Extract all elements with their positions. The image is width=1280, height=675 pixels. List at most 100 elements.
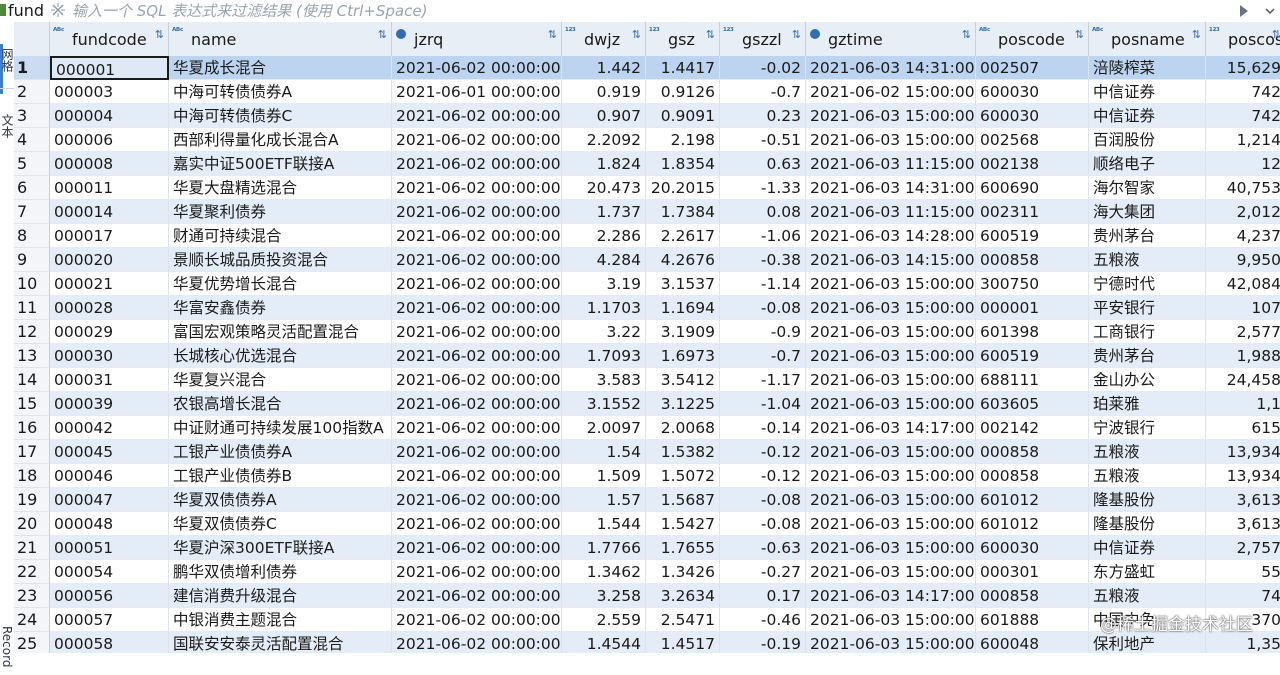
column-header-poscos[interactable]: ¹²³ poscos ⇅ xyxy=(1206,22,1280,56)
cell-gztime[interactable]: 2021-06-03 15:00:00 xyxy=(806,392,976,416)
cell-poscos[interactable]: 74 xyxy=(1206,584,1280,608)
cell-gztime[interactable]: 2021-06-03 14:31:00 xyxy=(806,56,976,80)
cell-gsz[interactable]: 2.198 xyxy=(646,128,720,152)
cell-poscode[interactable]: 000001 xyxy=(976,296,1089,320)
sort-filter-icon[interactable]: ⇅ xyxy=(792,28,801,41)
cell-poscode[interactable]: 600690 xyxy=(976,176,1089,200)
cell-gztime[interactable]: 2021-06-03 15:00:00 xyxy=(806,536,976,560)
cell-poscos[interactable]: 13,934 xyxy=(1206,440,1280,464)
row-number[interactable]: 7 xyxy=(14,200,50,224)
table-row[interactable]: 25 000058 国联安安泰灵活配置混合 2021-06-02 00:00:00 1.… xyxy=(14,632,1280,653)
cell-fundcode[interactable]: 000003 xyxy=(50,80,169,104)
cell-gszzl[interactable]: -0.46 xyxy=(720,608,806,632)
cell-fundcode[interactable]: 000031 xyxy=(50,368,169,392)
cell-posname[interactable]: 贵州茅台 xyxy=(1089,224,1206,248)
sort-filter-icon[interactable]: ⇅ xyxy=(632,28,641,41)
cell-gztime[interactable]: 2021-06-03 15:00:00 xyxy=(806,464,976,488)
cell-fundcode[interactable]: 000056 xyxy=(50,584,169,608)
cell-poscode[interactable]: 600030 xyxy=(976,104,1089,128)
cell-name[interactable]: 华夏大盘精选混合 xyxy=(169,176,392,200)
cell-gszzl[interactable]: -0.63 xyxy=(720,536,806,560)
row-number[interactable]: 1 xyxy=(14,56,50,80)
cell-poscos[interactable]: 55 xyxy=(1206,560,1280,584)
cell-poscos[interactable]: 24,458 xyxy=(1206,368,1280,392)
table-row[interactable]: 24 000057 中银消费主题混合 2021-06-02 00:00:00 2.559… xyxy=(14,608,1280,632)
table-row[interactable]: 2 000003 中海可转债债券A 2021-06-01 00:00:00 0.919 0… xyxy=(14,80,1280,104)
row-number[interactable]: 10 xyxy=(14,272,50,296)
cell-gszzl[interactable]: 0.63 xyxy=(720,152,806,176)
cell-gztime[interactable]: 2021-06-03 15:00:00 xyxy=(806,560,976,584)
cell-poscos[interactable]: 2,577 xyxy=(1206,320,1280,344)
row-number[interactable]: 15 xyxy=(14,392,50,416)
cell-gsz[interactable]: 2.5471 xyxy=(646,608,720,632)
cell-gztime[interactable]: 2021-06-03 11:15:00 xyxy=(806,152,976,176)
table-row[interactable]: 14 000031 华夏复兴混合 2021-06-02 00:00:00 3.583 3.… xyxy=(14,368,1280,392)
cell-gztime[interactable]: 2021-06-03 14:28:00 xyxy=(806,224,976,248)
sort-filter-icon[interactable]: ⇅ xyxy=(1075,28,1084,41)
cell-gsz[interactable]: 1.6973 xyxy=(646,344,720,368)
table-row[interactable]: 7 000014 华夏聚利债券 2021-06-02 00:00:00 1.737 1.7… xyxy=(14,200,1280,224)
cell-gztime[interactable]: 2021-06-03 14:15:00 xyxy=(806,248,976,272)
cell-gsz[interactable]: 1.4517 xyxy=(646,632,720,653)
cell-poscode[interactable]: 601398 xyxy=(976,320,1089,344)
cell-poscos[interactable]: 1,1 xyxy=(1206,392,1280,416)
cell-name[interactable]: 工银产业债债券B xyxy=(169,464,392,488)
cell-fundcode[interactable]: 000057 xyxy=(50,608,169,632)
cell-posname[interactable]: 金山办公 xyxy=(1089,368,1206,392)
cell-posname[interactable]: 海尔智家 xyxy=(1089,176,1206,200)
cell-poscode[interactable]: 601888 xyxy=(976,608,1089,632)
cell-fundcode[interactable]: 000029 xyxy=(50,320,169,344)
cell-gztime[interactable]: 2021-06-03 15:00:00 xyxy=(806,320,976,344)
tab-record[interactable]: Record xyxy=(0,618,14,675)
cell-gsz[interactable]: 3.1537 xyxy=(646,272,720,296)
cell-name[interactable]: 华夏优势增长混合 xyxy=(169,272,392,296)
column-header-gszzl[interactable]: ¹²³ gszzl ⇅ xyxy=(720,22,806,56)
cell-jzrq[interactable]: 2021-06-02 00:00:00 xyxy=(392,440,562,464)
cell-gszzl[interactable]: -0.08 xyxy=(720,512,806,536)
cell-poscos[interactable]: 2,757 xyxy=(1206,536,1280,560)
filter-input[interactable] xyxy=(72,0,1222,22)
cell-poscos[interactable]: 15,629 xyxy=(1206,56,1280,80)
cell-name[interactable]: 华夏沪深300ETF联接A xyxy=(169,536,392,560)
cell-fundcode[interactable]: 000008 xyxy=(50,152,169,176)
cell-dwjz[interactable]: 1.54 xyxy=(562,440,646,464)
cell-posname[interactable]: 百润股份 xyxy=(1089,128,1206,152)
cell-poscode[interactable]: 600048 xyxy=(976,632,1089,653)
cell-poscos[interactable]: 12 xyxy=(1206,152,1280,176)
cell-dwjz[interactable]: 2.286 xyxy=(562,224,646,248)
row-number[interactable]: 16 xyxy=(14,416,50,440)
cell-posname[interactable]: 中信证券 xyxy=(1089,536,1206,560)
cell-gztime[interactable]: 2021-06-02 15:00:00 xyxy=(806,80,976,104)
cell-posname[interactable]: 中信证券 xyxy=(1089,80,1206,104)
sort-filter-icon[interactable]: ⇅ xyxy=(706,28,715,41)
row-number[interactable]: 20 xyxy=(14,512,50,536)
row-number[interactable]: 3 xyxy=(14,104,50,128)
cell-poscode[interactable]: 002507 xyxy=(976,56,1089,80)
cell-dwjz[interactable]: 0.907 xyxy=(562,104,646,128)
cell-gszzl[interactable]: -0.14 xyxy=(720,416,806,440)
cell-name[interactable]: 富国宏观策略灵活配置混合 xyxy=(169,320,392,344)
cell-name[interactable]: 西部利得量化成长混合A xyxy=(169,128,392,152)
table-row[interactable]: 9 000020 景顺长城品质投资混合 2021-06-02 00:00:00 4.28… xyxy=(14,248,1280,272)
cell-dwjz[interactable]: 1.7093 xyxy=(562,344,646,368)
cell-posname[interactable]: 涪陵榨菜 xyxy=(1089,56,1206,80)
tab-grid[interactable]: 网格 xyxy=(0,32,14,89)
cell-gsz[interactable]: 1.5427 xyxy=(646,512,720,536)
cell-poscode[interactable]: 000858 xyxy=(976,248,1089,272)
cell-dwjz[interactable]: 1.3462 xyxy=(562,560,646,584)
cell-gztime[interactable]: 2021-06-03 15:00:00 xyxy=(806,512,976,536)
column-header-gztime[interactable]: gztime ⇅ xyxy=(806,22,976,56)
cell-gszzl[interactable]: -1.06 xyxy=(720,224,806,248)
cell-name[interactable]: 华夏双债债券C xyxy=(169,512,392,536)
cell-gztime[interactable]: 2021-06-03 14:31:00 xyxy=(806,176,976,200)
cell-jzrq[interactable]: 2021-06-02 00:00:00 xyxy=(392,176,562,200)
row-number[interactable]: 18 xyxy=(14,464,50,488)
cell-jzrq[interactable]: 2021-06-02 00:00:00 xyxy=(392,488,562,512)
cell-dwjz[interactable]: 1.57 xyxy=(562,488,646,512)
table-row[interactable]: 1 000001 华夏成长混合 2021-06-02 00:00:00 1.442 1.4… xyxy=(14,56,1280,80)
cell-poscos[interactable]: 9,950 xyxy=(1206,248,1280,272)
cell-jzrq[interactable]: 2021-06-02 00:00:00 xyxy=(392,368,562,392)
cell-gztime[interactable]: 2021-06-03 15:00:00 xyxy=(806,104,976,128)
cell-posname[interactable]: 海大集团 xyxy=(1089,200,1206,224)
cell-dwjz[interactable]: 1.7766 xyxy=(562,536,646,560)
